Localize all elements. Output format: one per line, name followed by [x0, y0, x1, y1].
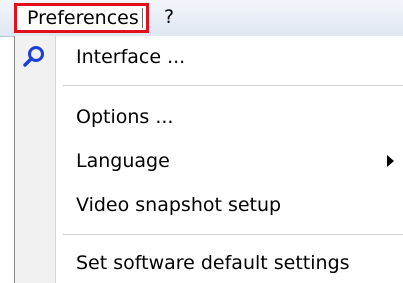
menu-bar: Preferences ?: [0, 0, 403, 37]
menu-help-label: ?: [164, 6, 175, 28]
menu-item-language[interactable]: Language: [15, 142, 403, 180]
menu-help[interactable]: ?: [164, 3, 174, 31]
menu-item-video-snapshot-label: Video snapshot setup: [76, 194, 282, 216]
menu-item-interface-label: Interface ...: [76, 46, 186, 68]
magnifier-icon: [23, 46, 44, 67]
menu-bar-separator: [142, 8, 143, 28]
menu-preferences[interactable]: Preferences: [14, 3, 149, 33]
menu-divider: [63, 234, 403, 238]
menu-item-default-settings[interactable]: Set software default settings: [15, 244, 403, 282]
menu-divider: [63, 85, 403, 89]
menu-item-video-snapshot[interactable]: Video snapshot setup: [15, 186, 403, 224]
menu-item-options[interactable]: Options ...: [15, 98, 403, 136]
menu-item-default-settings-label: Set software default settings: [76, 252, 350, 274]
menu-item-options-label: Options ...: [76, 106, 174, 128]
submenu-arrow-icon: [387, 155, 394, 167]
preferences-dropdown: Interface ... Options ... Language Video…: [14, 36, 403, 283]
menu-preferences-label: Preferences: [27, 7, 139, 29]
menu-item-interface[interactable]: Interface ...: [15, 38, 403, 76]
menu-item-language-label: Language: [76, 150, 170, 172]
